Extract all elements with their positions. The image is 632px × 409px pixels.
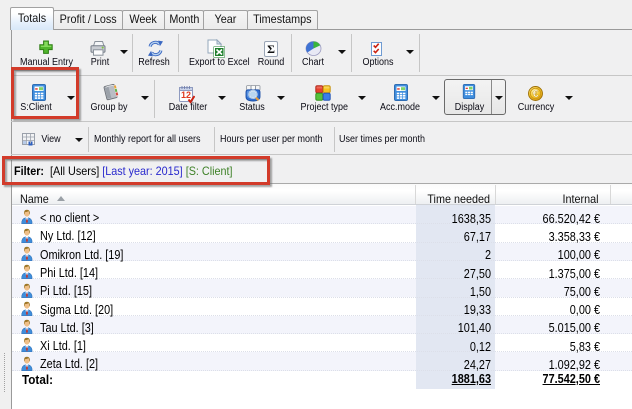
svg-text:Σ: Σ [267, 42, 275, 56]
svg-text:€: € [533, 88, 539, 100]
svg-text:12: 12 [181, 90, 191, 100]
